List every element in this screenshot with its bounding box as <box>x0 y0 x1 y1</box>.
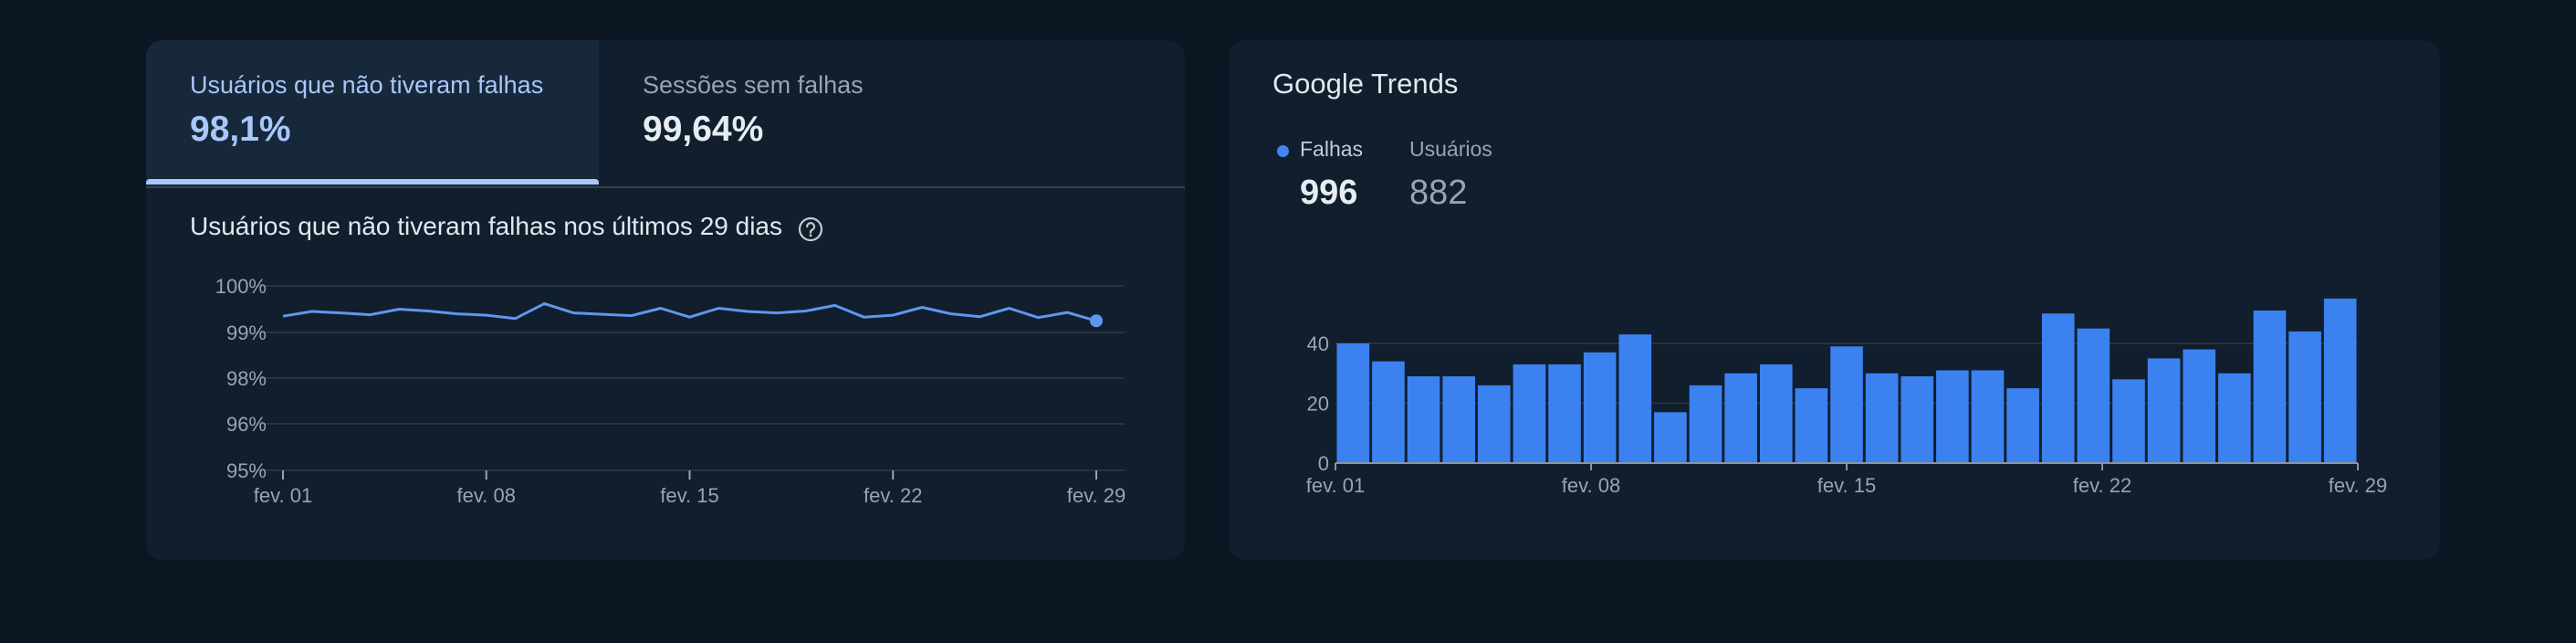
x-tick-label: fev. 29 <box>1067 484 1126 507</box>
bar <box>1936 370 1969 463</box>
bar <box>2112 379 2145 463</box>
bar <box>2253 310 2287 463</box>
bar <box>1865 373 1899 463</box>
bar <box>1407 376 1440 463</box>
bar <box>2147 358 2181 463</box>
crash-free-users-card: Usuários que não tiveram falhas 98,1% Se… <box>146 40 1185 560</box>
google-trends-card: Google Trends Falhas 996 Usuários 882 02… <box>1229 40 2440 560</box>
x-tick-label: fev. 22 <box>864 484 922 507</box>
x-tick-label: fev. 01 <box>254 484 312 507</box>
x-tick-label: fev. 15 <box>1817 474 1876 497</box>
bar <box>2323 298 2357 463</box>
bar <box>1442 376 1475 463</box>
bar <box>1689 385 1723 463</box>
bar <box>2077 328 2110 463</box>
crash-free-line-chart: 100% 99% 98% 96% 95%fev. 01 fev. 08 fev. 15 fev… <box>215 275 1126 507</box>
bar <box>1724 373 1757 463</box>
bar <box>2218 373 2251 463</box>
x-tick-label: fev. 29 <box>2329 474 2387 497</box>
y-tick-label: 96% <box>226 413 267 436</box>
bar <box>1971 370 2005 463</box>
bar <box>1548 364 1581 463</box>
y-tick-label: 20 <box>1307 393 1329 416</box>
y-tick-label: 100% <box>215 275 267 298</box>
bar <box>2183 349 2216 463</box>
bar <box>1372 361 1405 463</box>
bar <box>2006 388 2039 463</box>
x-tick-label: fev. 08 <box>1562 474 1620 497</box>
last-point-marker <box>1090 314 1103 328</box>
bar <box>2288 331 2321 463</box>
y-tick-label: 40 <box>1307 332 1329 355</box>
y-tick-label: 0 <box>1318 452 1329 475</box>
failures-bar-chart: 0 20 40 fev. 01 fev. 08 fev. 15 fev. 22 fev. 29 <box>1306 298 2387 497</box>
bar <box>1795 388 1828 463</box>
x-tick-label: fev. 15 <box>660 484 718 507</box>
x-tick-label: fev. 22 <box>2073 474 2131 497</box>
bar <box>1477 385 1511 463</box>
x-tick-label: fev. 01 <box>1306 474 1365 497</box>
bar <box>2041 313 2075 463</box>
y-tick-label: 95% <box>226 459 267 482</box>
bar <box>1654 412 1687 463</box>
bar <box>1759 364 1793 463</box>
bar <box>1901 376 1934 463</box>
bar <box>1336 343 1370 463</box>
bar <box>1513 364 1546 463</box>
bar <box>1618 334 1652 463</box>
x-tick-label: fev. 08 <box>457 484 516 507</box>
series-line <box>282 301 1097 322</box>
bar <box>1830 346 1863 463</box>
bar <box>1583 352 1617 463</box>
y-tick-label: 98% <box>226 367 267 390</box>
y-tick-label: 99% <box>226 322 267 344</box>
